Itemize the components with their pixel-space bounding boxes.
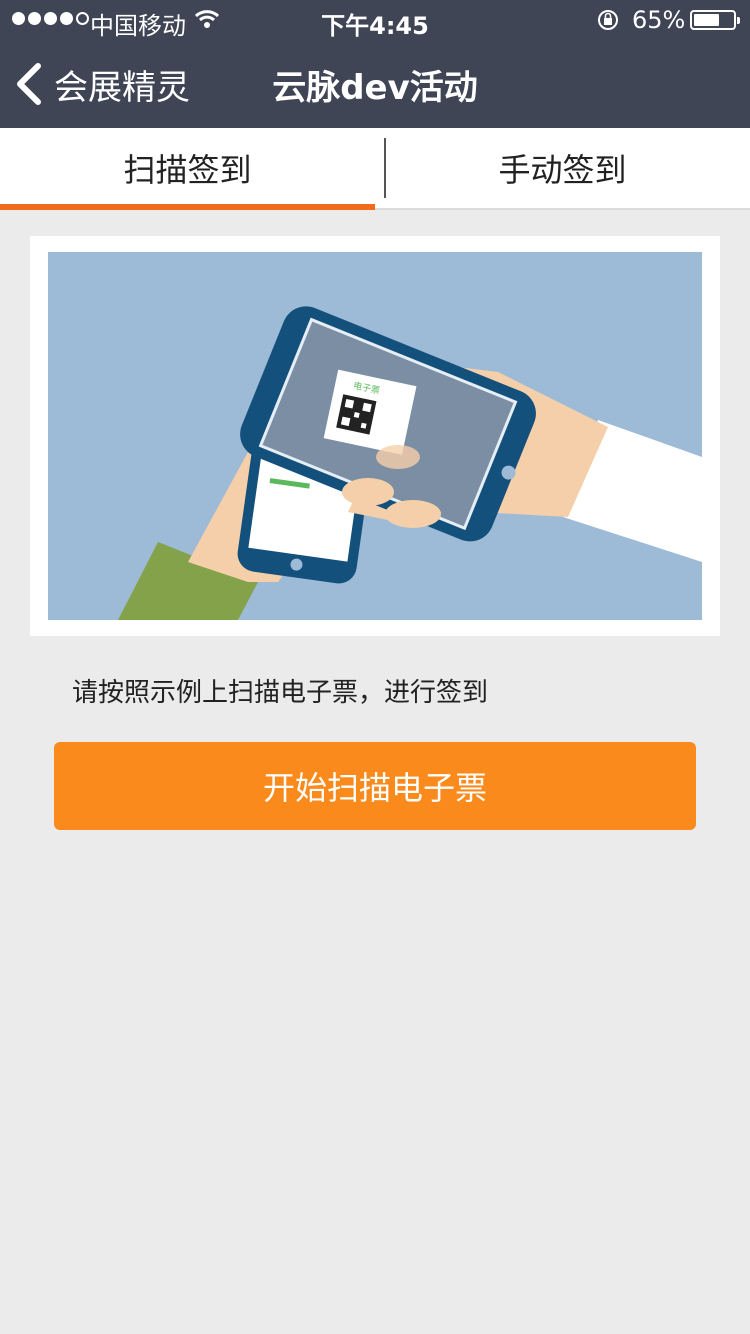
battery-percent: 65% <box>632 6 686 34</box>
chevron-left-icon <box>17 63 41 105</box>
scan-hint-text: 请按照示例上扫描电子票，进行签到 <box>72 678 489 708</box>
start-scan-button[interactable]: 开始扫描电子票 <box>54 742 696 830</box>
wifi-icon <box>194 10 220 28</box>
illustration-card: 电子票 <box>30 236 720 636</box>
tab-manual-checkin[interactable]: 手动签到 <box>375 128 750 208</box>
tab-scan-checkin[interactable]: 扫描签到 <box>0 128 375 210</box>
rotation-lock-icon <box>598 10 618 30</box>
top-bar: 中国移动 下午4:45 65% 会展精灵 云脉dev活动 <box>0 0 750 128</box>
scan-ticket-illustration: 电子票 <box>48 252 702 620</box>
tab-bar: 扫描签到 手动签到 <box>0 128 750 210</box>
signal-dots-icon <box>12 12 89 25</box>
back-button[interactable]: 会展精灵 <box>14 58 190 110</box>
carrier-name: 中国移动 <box>90 12 186 40</box>
battery-icon <box>690 10 740 30</box>
tab-divider <box>384 138 386 198</box>
back-label: 会展精灵 <box>54 67 190 108</box>
status-bar: 中国移动 下午4:45 65% <box>0 0 750 40</box>
